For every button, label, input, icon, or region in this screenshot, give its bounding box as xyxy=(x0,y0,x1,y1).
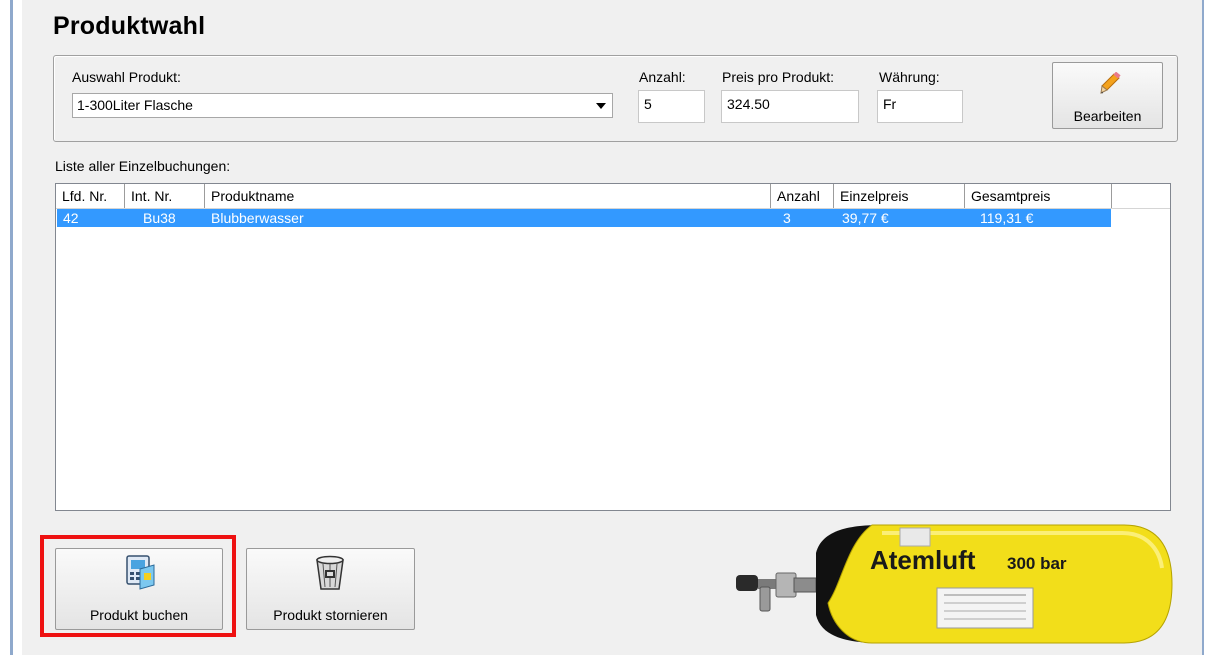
price-label: Preis pro Produkt: xyxy=(722,69,835,85)
product-select-value: 1-300Liter Flasche xyxy=(77,97,193,113)
chevron-down-icon[interactable] xyxy=(596,103,606,109)
column-header-int[interactable]: Int. Nr. xyxy=(125,184,205,208)
trash-bin-icon xyxy=(316,555,344,590)
window-right-border xyxy=(1202,0,1214,655)
tank-label-pressure: 300 bar xyxy=(1007,554,1067,573)
cell-produktname: Blubberwasser xyxy=(211,210,304,226)
price-field[interactable]: 324.50 xyxy=(721,90,859,123)
cell-int: Bu38 xyxy=(143,210,176,226)
product-select[interactable]: 1-300Liter Flasche xyxy=(72,93,613,118)
quantity-field[interactable]: 5 xyxy=(638,90,705,123)
quantity-value: 5 xyxy=(644,96,652,112)
edit-button-label: Bearbeiten xyxy=(1073,108,1142,124)
currency-value: Fr xyxy=(883,96,897,112)
pencil-icon xyxy=(1100,72,1121,94)
quantity-label: Anzahl: xyxy=(639,69,686,85)
page-title: Produktwahl xyxy=(53,12,206,40)
air-tank-illustration: Atemluft 300 bar xyxy=(736,524,1173,644)
cell-anzahl: 3 xyxy=(783,210,791,226)
bookings-list[interactable]: Lfd. Nr. Int. Nr. Produktname Anzahl Ein… xyxy=(55,183,1171,511)
column-header-anzahl[interactable]: Anzahl xyxy=(771,184,834,208)
window-left-border xyxy=(0,0,22,655)
cancel-product-label: Produkt stornieren xyxy=(273,607,388,623)
bookings-header: Lfd. Nr. Int. Nr. Produktname Anzahl Ein… xyxy=(56,184,1170,209)
air-tank-image: Atemluft 300 bar xyxy=(732,523,1173,645)
column-header-gesamtpreis[interactable]: Gesamtpreis xyxy=(965,184,1112,208)
column-header-produktname[interactable]: Produktname xyxy=(205,184,771,208)
bookings-label: Liste aller Einzelbuchungen: xyxy=(55,158,231,174)
cell-gesamtpreis: 119,31 € xyxy=(980,210,1034,226)
product-select-label: Auswahl Produkt: xyxy=(72,69,181,85)
tank-label-main: Atemluft xyxy=(870,545,976,575)
edit-button[interactable]: Bearbeiten xyxy=(1052,62,1163,129)
highlight-frame xyxy=(40,535,236,637)
cell-einzelpreis: 39,77 € xyxy=(842,210,889,226)
column-header-lfd[interactable]: Lfd. Nr. xyxy=(56,184,125,208)
currency-label: Währung: xyxy=(879,69,940,85)
cancel-product-button[interactable]: Produkt stornieren xyxy=(246,548,415,630)
currency-field[interactable]: Fr xyxy=(877,90,963,123)
cell-lfd: 42 xyxy=(63,210,79,226)
price-value: 324.50 xyxy=(727,96,770,112)
column-header-einzelpreis[interactable]: Einzelpreis xyxy=(834,184,965,208)
table-row[interactable]: 42 Bu38 Blubberwasser 3 39,77 € 119,31 € xyxy=(57,209,1111,227)
